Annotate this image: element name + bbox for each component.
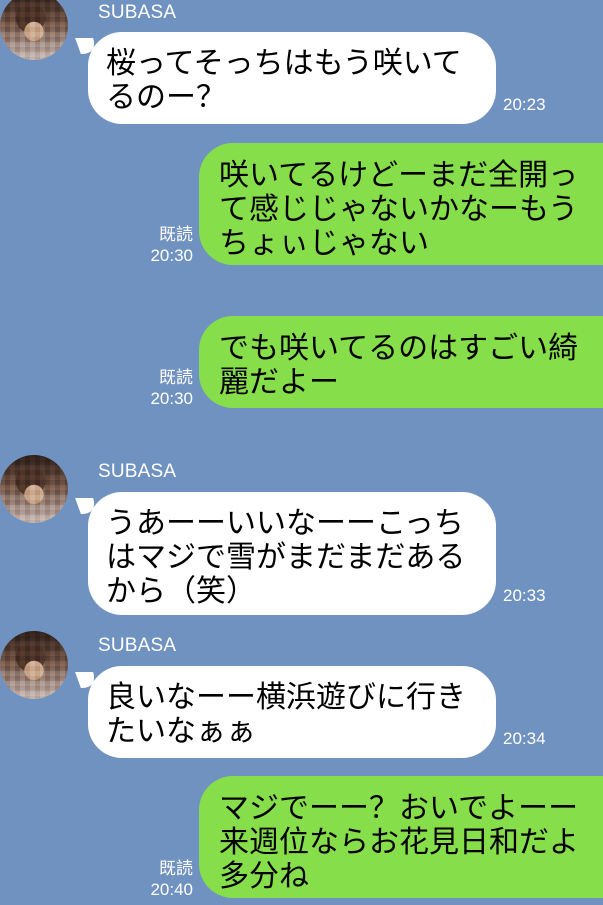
- chat-screen: { "chat": { "messages": [ { "direction":…: [0, 0, 603, 905]
- outgoing-message-bubble[interactable]: 咲いてるけどーまだ全開っ て感じじゃないかなーもう ちょぃじゃない: [199, 143, 603, 265]
- message-time: 20:23: [503, 95, 546, 114]
- outgoing-message-bubble[interactable]: マジでーー？おいでよーー 来週位ならお花見日和だよ 多分ね: [199, 776, 603, 898]
- incoming-message-bubble[interactable]: 良いなーー横浜遊びに行き たいなぁぁ: [88, 666, 496, 758]
- incoming-message-bubble[interactable]: うあーーいいなーーこっち はマジで雪がまだまだある から（笑）: [88, 492, 496, 615]
- sender-avatar[interactable]: [0, 0, 68, 60]
- message-time: 20:34: [503, 729, 546, 748]
- read-status: 既読 20:30: [147, 367, 193, 409]
- read-label: 既読: [159, 225, 193, 244]
- read-status: 既読 20:30: [147, 224, 193, 266]
- message-time: 20:30: [150, 246, 193, 265]
- outgoing-message-bubble[interactable]: でも咲いてるのはすごい綺 麗だよー: [199, 316, 603, 408]
- sender-avatar[interactable]: [0, 631, 68, 699]
- sender-name: SUBASA: [98, 2, 177, 23]
- read-label: 既読: [159, 368, 193, 387]
- read-label: 既読: [159, 859, 193, 878]
- sender-avatar[interactable]: [0, 455, 68, 523]
- read-status: 既読 20:40: [147, 858, 193, 900]
- message-time: 20:40: [150, 880, 193, 899]
- sender-name: SUBASA: [98, 635, 177, 656]
- sender-name: SUBASA: [98, 461, 177, 482]
- message-time: 20:33: [503, 586, 546, 605]
- incoming-message-bubble[interactable]: 桜ってそっちはもう咲いて るのー？: [88, 32, 496, 124]
- message-time: 20:30: [150, 389, 193, 408]
